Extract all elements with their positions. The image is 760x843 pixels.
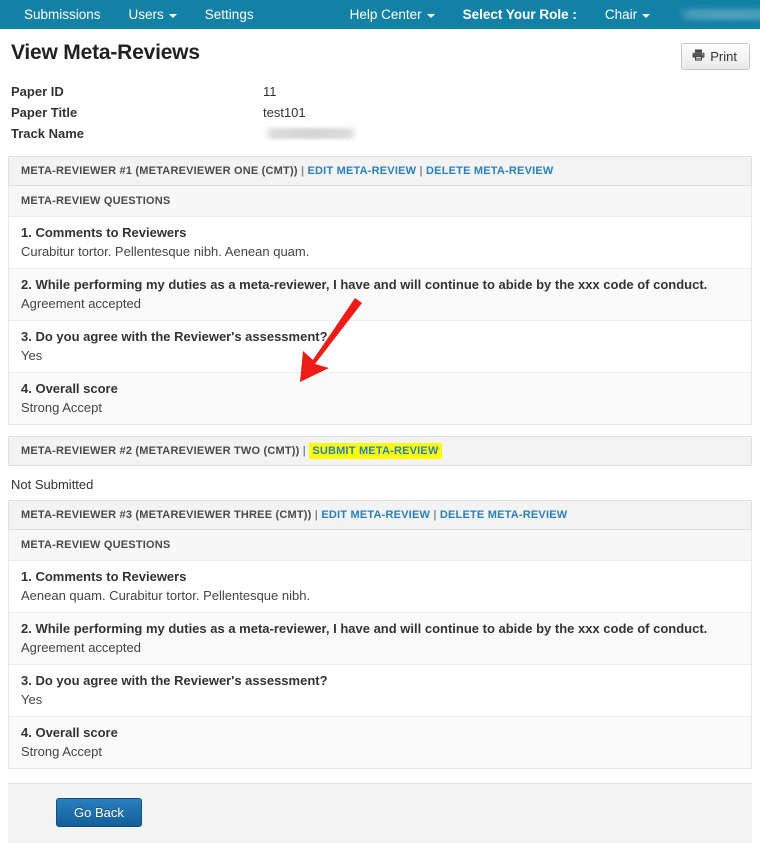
footer-bar: Go Back: [8, 783, 752, 843]
qa-question: 3. Do you agree with the Reviewer's asse…: [21, 329, 328, 344]
chevron-down-icon: [642, 13, 651, 18]
qa-question: 1. Comments to Reviewers: [21, 569, 187, 584]
nav-item-role-chair[interactable]: Chair: [591, 0, 664, 29]
page-title: View Meta-Reviews: [11, 41, 200, 64]
meta-reviewer-3-heading: META-REVIEWER #3 (METAREVIEWER THREE (CM…: [21, 509, 312, 521]
separator: |: [419, 165, 423, 177]
meta-reviewer-panel-2: META-REVIEWER #2 (METAREVIEWER TWO (CMT)…: [8, 436, 752, 466]
nav-item-submissions[interactable]: Submissions: [10, 0, 115, 29]
meta-reviewer-1-heading: META-REVIEWER #1 (METAREVIEWER ONE (CMT)…: [21, 165, 298, 177]
not-submitted-status-2: Not Submitted: [11, 477, 94, 492]
paper-info-table: Paper ID 11 Paper Title test101 Track Na…: [8, 82, 752, 145]
qa-answer: Strong Accept: [21, 744, 102, 759]
meta-reviewer-1-header: META-REVIEWER #1 (METAREVIEWER ONE (CMT)…: [8, 156, 752, 186]
printer-icon: [692, 49, 705, 64]
nav-item-settings-label: Settings: [204, 7, 254, 22]
qa-item: 3. Do you agree with the Reviewer's asse…: [9, 665, 751, 717]
qa-question: 3. Do you agree with the Reviewer's asse…: [21, 673, 328, 688]
submit-meta-review-link-2[interactable]: SUBMIT META-REVIEW: [309, 443, 442, 459]
redacted-track-name: [263, 128, 358, 139]
qa-answer: Yes: [21, 348, 43, 363]
navbar-left-group: Submissions Users Settings: [10, 0, 268, 29]
separator: |: [302, 445, 307, 457]
separator: |: [314, 509, 319, 521]
qa-answer: Agreement accepted: [21, 296, 141, 311]
nav-item-help-center-label: Help Center: [349, 7, 422, 22]
paper-info-row-track-name: Track Name: [11, 124, 752, 145]
qa-answer: Agreement accepted: [21, 640, 141, 655]
qa-item: 1. Comments to Reviewers Curabitur torto…: [9, 217, 751, 269]
meta-reviewer-3-header: META-REVIEWER #3 (METAREVIEWER THREE (CM…: [8, 500, 752, 530]
nav-item-users[interactable]: Users: [115, 0, 191, 29]
top-navbar: Submissions Users Settings Help Center S…: [0, 0, 760, 29]
qa-question: 2. While performing my duties as a meta-…: [21, 277, 708, 292]
qa-item: 2. While performing my duties as a meta-…: [9, 269, 751, 321]
paper-id-label: Paper ID: [11, 84, 64, 99]
track-name-value: [263, 124, 358, 145]
delete-meta-review-link-1[interactable]: DELETE META-REVIEW: [426, 165, 553, 177]
qa-item: 2. While performing my duties as a meta-…: [9, 613, 751, 665]
navbar-right-group: Help Center Select Your Role : Chair: [336, 0, 760, 29]
page-content: View Meta-Reviews Print Paper ID 11 Pape…: [0, 29, 760, 843]
qa-question: 2. While performing my duties as a meta-…: [21, 621, 708, 636]
separator: |: [433, 509, 437, 521]
meta-review-qa-list-1: 1. Comments to Reviewers Curabitur torto…: [8, 217, 752, 425]
qa-question: 4. Overall score: [21, 381, 118, 396]
meta-reviewer-panel-3: META-REVIEWER #3 (METAREVIEWER THREE (CM…: [8, 500, 752, 769]
qa-answer: Curabitur tortor. Pellentesque nibh. Aen…: [21, 244, 310, 259]
meta-reviewer-2-heading: META-REVIEWER #2 (METAREVIEWER TWO (CMT)…: [21, 445, 300, 457]
edit-meta-review-link-3[interactable]: EDIT META-REVIEW: [321, 509, 430, 521]
delete-meta-review-link-3[interactable]: DELETE META-REVIEW: [440, 509, 567, 521]
paper-info-row-paper-id: Paper ID 11: [11, 82, 752, 102]
nav-item-users-label: Users: [128, 7, 164, 22]
paper-title-value: test101: [263, 105, 306, 120]
paper-info-row-paper-title: Paper Title test101: [11, 103, 752, 123]
meta-review-questions-header-3: META-REVIEW QUESTIONS: [8, 530, 752, 561]
meta-review-qa-list-3: 1. Comments to Reviewers Aenean quam. Cu…: [8, 561, 752, 769]
go-back-button[interactable]: Go Back: [56, 798, 142, 827]
chevron-down-icon: [426, 13, 435, 18]
qa-item: 3. Do you agree with the Reviewer's asse…: [9, 321, 751, 373]
page-header: View Meta-Reviews Print: [8, 29, 752, 70]
qa-item: 4. Overall score Strong Accept: [9, 717, 751, 768]
chevron-down-icon: [168, 13, 177, 18]
qa-answer: Aenean quam. Curabitur tortor. Pellentes…: [21, 588, 311, 603]
separator: |: [300, 165, 305, 177]
qa-item: 4. Overall score Strong Accept: [9, 373, 751, 424]
meta-reviewer-2-header: META-REVIEWER #2 (METAREVIEWER TWO (CMT)…: [8, 436, 752, 466]
redacted-conference-name: [678, 9, 760, 20]
print-button-label: Print: [710, 49, 737, 64]
nav-item-submissions-label: Submissions: [24, 7, 101, 22]
select-your-role-label: Select Your Role :: [462, 7, 577, 22]
track-name-label: Track Name: [11, 126, 84, 141]
qa-item: 1. Comments to Reviewers Aenean quam. Cu…: [9, 561, 751, 613]
qa-question: 1. Comments to Reviewers: [21, 225, 187, 240]
edit-meta-review-link-1[interactable]: EDIT META-REVIEW: [308, 165, 417, 177]
nav-item-settings[interactable]: Settings: [191, 0, 268, 29]
meta-review-questions-header-1: META-REVIEW QUESTIONS: [8, 186, 752, 217]
qa-answer: Yes: [21, 692, 43, 707]
print-button[interactable]: Print: [681, 43, 750, 70]
qa-answer: Strong Accept: [21, 400, 102, 415]
meta-reviewer-panel-1: META-REVIEWER #1 (METAREVIEWER ONE (CMT)…: [8, 156, 752, 425]
nav-item-role-chair-label: Chair: [604, 7, 638, 22]
nav-item-help-center[interactable]: Help Center: [336, 0, 449, 29]
paper-id-value: 11: [263, 84, 277, 99]
paper-title-label: Paper Title: [11, 105, 78, 120]
